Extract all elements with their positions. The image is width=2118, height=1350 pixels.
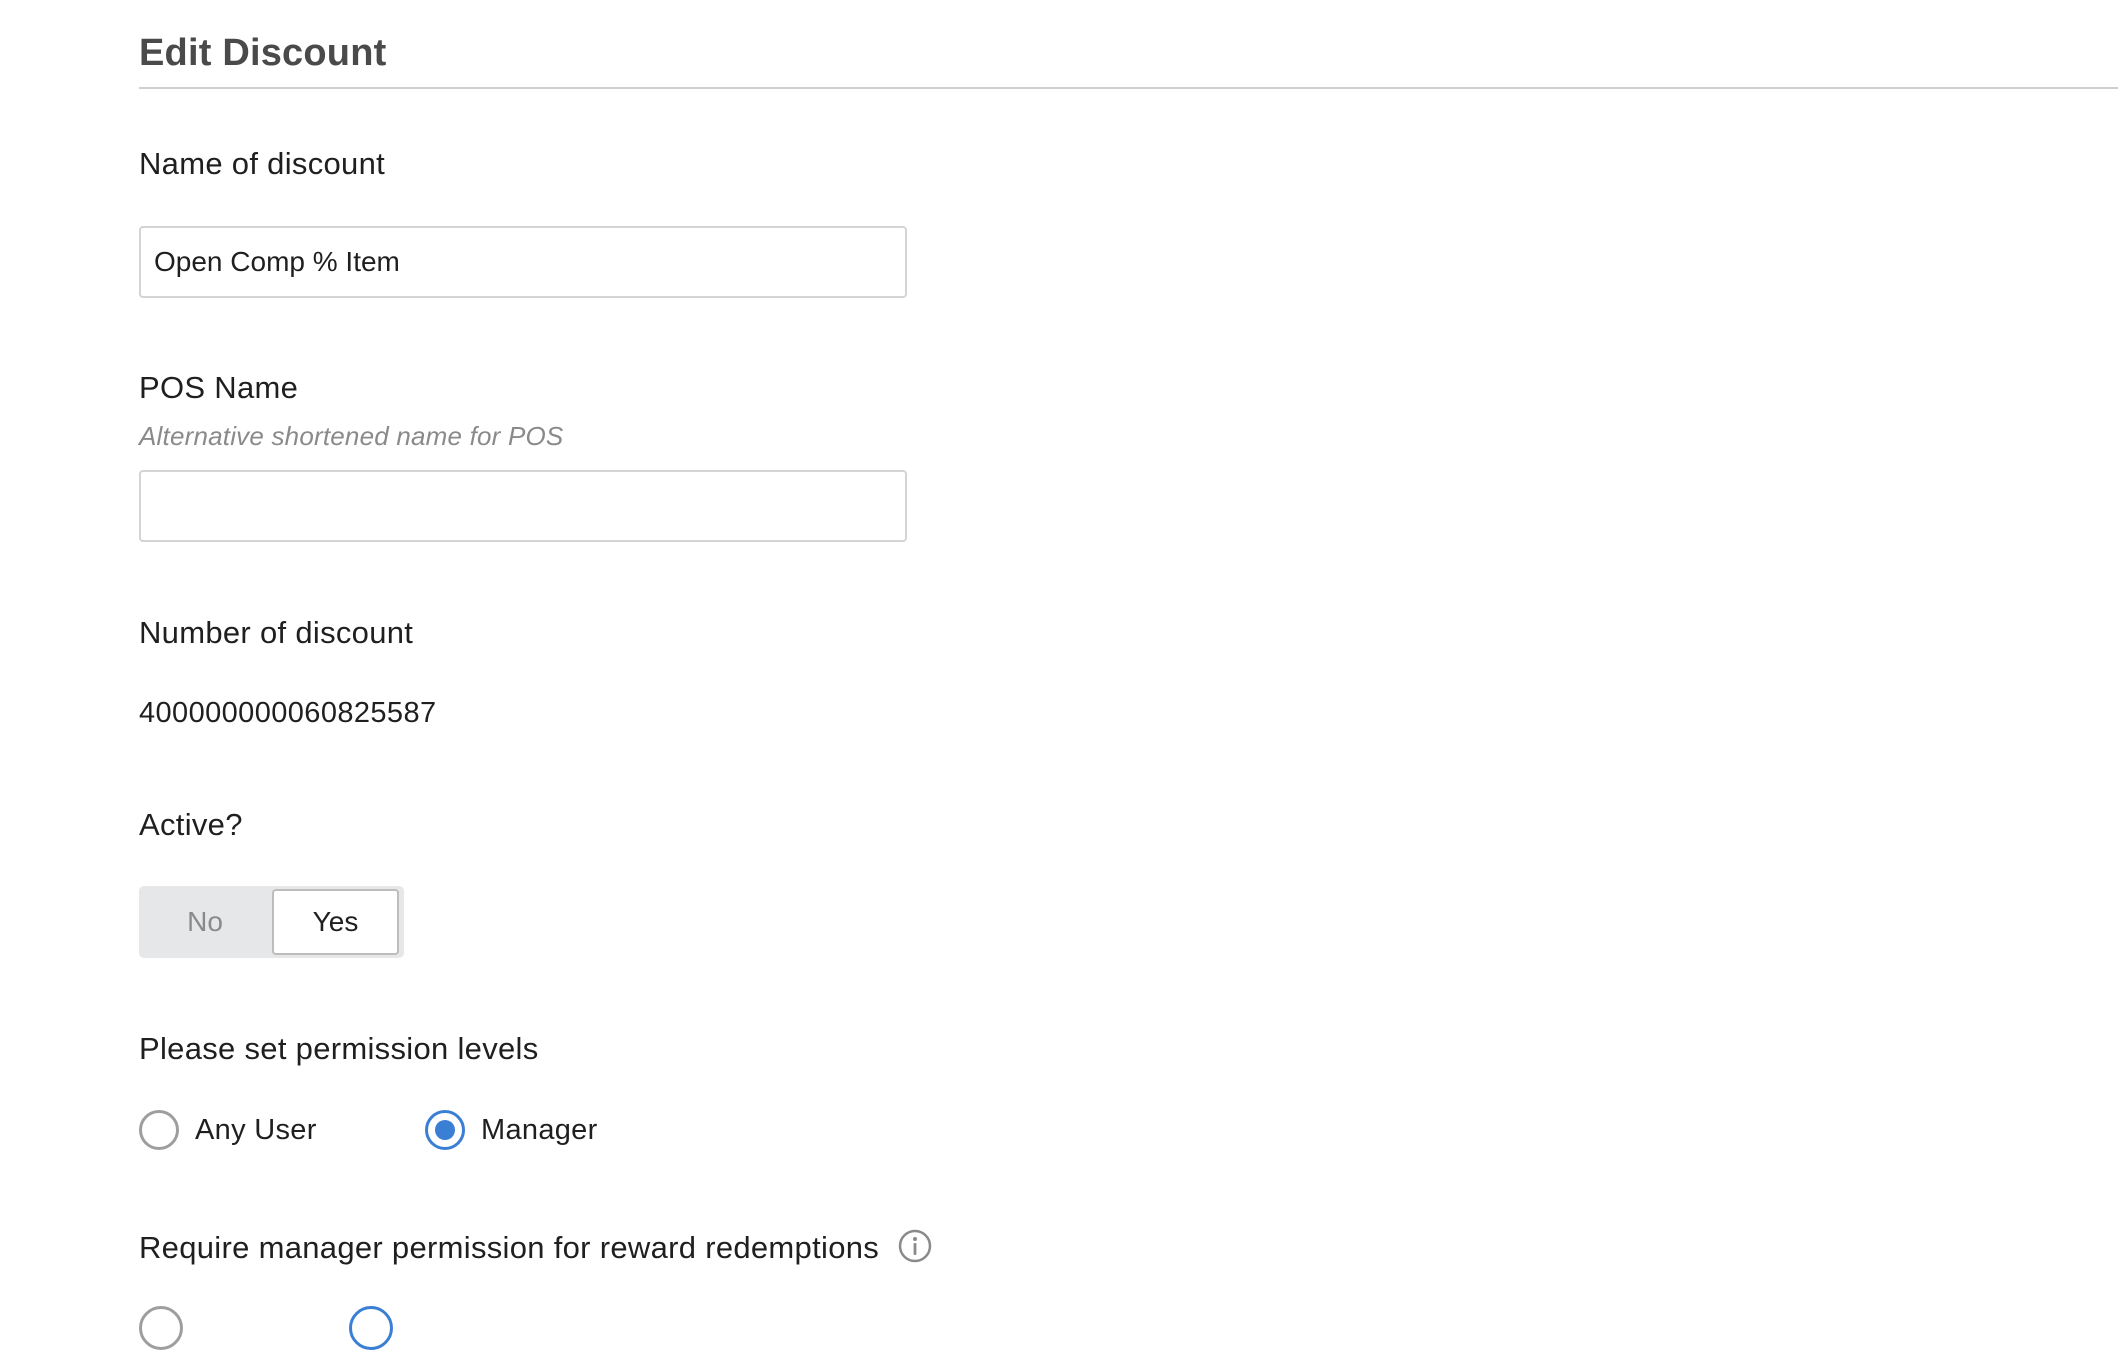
radio-manager-label: Manager bbox=[481, 1113, 598, 1146]
active-label: Active? bbox=[139, 807, 243, 842]
reward-radio-yes-circle[interactable] bbox=[139, 1306, 183, 1350]
page-title: Edit Discount bbox=[139, 32, 387, 74]
number-of-discount-value: 400000000060825587 bbox=[139, 697, 437, 729]
active-toggle: No Yes bbox=[139, 886, 404, 958]
reward-redemptions-label-text: Require manager permission for reward re… bbox=[139, 1230, 880, 1265]
radio-manager[interactable]: Manager bbox=[425, 1110, 598, 1150]
active-toggle-yes[interactable]: Yes bbox=[272, 889, 399, 955]
title-divider bbox=[139, 87, 2118, 89]
pos-name-hint: Alternative shortened name for POS bbox=[139, 421, 564, 451]
active-toggle-no[interactable]: No bbox=[139, 886, 271, 958]
radio-any-user-label: Any User bbox=[195, 1113, 317, 1146]
reward-redemptions-label: Require manager permission for reward re… bbox=[139, 1229, 932, 1267]
radio-any-user-circle[interactable] bbox=[139, 1110, 179, 1150]
name-of-discount-label: Name of discount bbox=[139, 146, 386, 181]
radio-any-user[interactable]: Any User bbox=[139, 1110, 317, 1150]
pos-name-input[interactable] bbox=[139, 470, 907, 542]
name-of-discount-input[interactable] bbox=[139, 226, 907, 298]
number-of-discount-label: Number of discount bbox=[139, 615, 414, 650]
reward-radio-no-circle[interactable] bbox=[349, 1306, 393, 1350]
radio-manager-circle[interactable] bbox=[425, 1110, 465, 1150]
permission-levels-label: Please set permission levels bbox=[139, 1031, 539, 1066]
info-icon[interactable] bbox=[898, 1229, 932, 1263]
pos-name-label: POS Name bbox=[139, 370, 299, 405]
